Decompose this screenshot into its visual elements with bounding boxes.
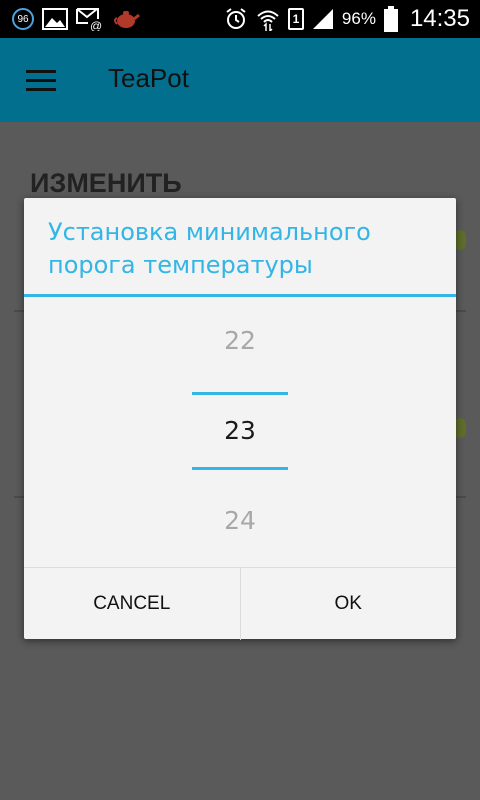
dialog-title: Установка минимального порога температур…: [48, 218, 371, 279]
alarm-icon: [224, 7, 248, 31]
picker-previous-value[interactable]: 22: [24, 326, 456, 355]
picker-next-value[interactable]: 24: [24, 506, 456, 535]
temperature-threshold-dialog: Установка минимального порога температур…: [24, 198, 456, 640]
signal-icon: [312, 8, 334, 30]
menu-icon[interactable]: [26, 70, 56, 92]
picker-selection-bottom-rule: [192, 467, 288, 470]
status-bar: 96 @ 1 96% 14:35: [0, 0, 480, 38]
dialog-title-divider: [24, 294, 456, 297]
app-title: TeaPot: [108, 63, 189, 93]
battery-icon: [383, 6, 398, 32]
teapot-icon: [112, 8, 140, 30]
mail-icon: @: [76, 7, 104, 31]
dialog-button-bar: CANCEL OK: [24, 567, 456, 640]
image-icon: [42, 8, 68, 30]
ok-button[interactable]: OK: [239, 568, 457, 640]
picker-selection-top-rule: [192, 392, 288, 395]
section-heading: ИЗМЕНИТЬ: [30, 168, 182, 198]
svg-text:@: @: [90, 19, 102, 31]
cancel-button[interactable]: CANCEL: [24, 568, 240, 640]
wifi-icon: [256, 7, 280, 31]
notification-badge-icon: 96: [12, 8, 34, 30]
clock: 14:35: [409, 5, 470, 32]
sim-slot-icon: 1: [287, 8, 304, 30]
picker-current-value[interactable]: 23: [24, 416, 456, 445]
app-bar: TeaPot: [0, 38, 480, 122]
battery-percent: 96%: [341, 9, 376, 28]
